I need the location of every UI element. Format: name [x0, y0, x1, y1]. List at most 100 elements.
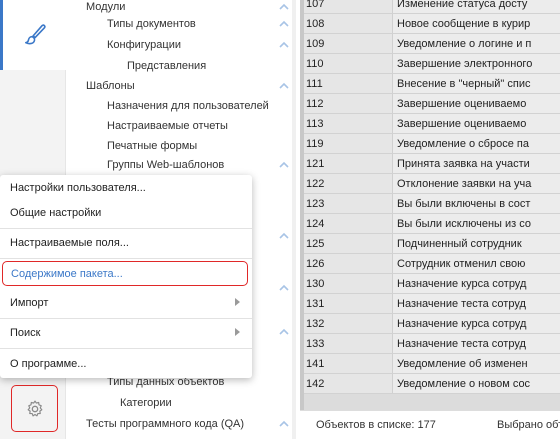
- chevron-up-icon[interactable]: [278, 326, 290, 338]
- status-bar: Объектов в списке: 177 Выбрано объекто: [300, 410, 560, 439]
- cell-name: Уведомление о логине и п: [393, 34, 560, 53]
- chevron-up-icon[interactable]: [278, 18, 290, 30]
- cell-code: 107: [300, 0, 393, 13]
- chevron-up-icon[interactable]: [278, 282, 290, 294]
- cell-name: Изменение статуса досту: [393, 0, 560, 13]
- tree-item-label: Тесты программного кода (QA): [86, 418, 245, 430]
- cell-code: 132: [300, 314, 393, 333]
- table-row[interactable]: 110 Завершение электронного: [300, 54, 560, 74]
- chevron-up-icon[interactable]: [278, 159, 290, 171]
- tree-item-web-template-groups[interactable]: Группы Web-шаблонов: [66, 155, 300, 175]
- table-row[interactable]: 125 Подчиненный сотрудник: [300, 234, 560, 254]
- cell-code: 130: [300, 274, 393, 293]
- menu-item-label: О программе...: [10, 357, 87, 370]
- table-row[interactable]: 112 Завершение оцениваемо: [300, 94, 560, 114]
- cell-name: Уведомление о новом сос: [393, 374, 560, 393]
- cell-code: 109: [300, 34, 393, 53]
- cell-code: 112: [300, 94, 393, 113]
- tree-item-label: Печатные формы: [107, 140, 198, 152]
- tree-item-categories[interactable]: Категории: [66, 393, 300, 413]
- table-row[interactable]: 126 Сотрудник отменил свою: [300, 254, 560, 274]
- menu-item-label: Содержимое пакета...: [11, 267, 123, 280]
- tree-item-custom-reports[interactable]: Настраиваемые отчеты: [66, 116, 300, 136]
- table-row[interactable]: 109 Уведомление о логине и п: [300, 34, 560, 54]
- table-row[interactable]: 131 Назначение теста сотруд: [300, 294, 560, 314]
- tree-item-label: Представления: [127, 60, 207, 72]
- menu-item-user-settings[interactable]: Настройки пользователя...: [0, 175, 252, 200]
- settings-menu: Настройки пользователя... Общие настройк…: [0, 175, 252, 378]
- tree-item-user-assignments[interactable]: Назначения для пользователей: [66, 96, 300, 116]
- chevron-up-icon[interactable]: [278, 1, 290, 13]
- tree-item-label: Группы Web-шаблонов: [107, 159, 225, 171]
- menu-item-package-contents[interactable]: Содержимое пакета...: [2, 261, 248, 286]
- table-row[interactable]: 121 Принята заявка на участи: [300, 154, 560, 174]
- tree-item-code-tests[interactable]: Тесты программного кода (QA): [66, 414, 300, 434]
- table-row[interactable]: 141 Уведомление об изменен: [300, 354, 560, 374]
- gear-icon: [27, 400, 42, 416]
- cell-name: Уведомление о сбросе па: [393, 134, 560, 153]
- cell-code: 110: [300, 54, 393, 73]
- cell-code: 108: [300, 14, 393, 33]
- cell-name: Внесение в "черный" спис: [393, 74, 560, 93]
- cell-name: Вы были включены в сост: [393, 194, 560, 213]
- cell-name: Назначение теста сотруд: [393, 294, 560, 313]
- cell-name: Подчиненный сотрудник: [393, 234, 560, 253]
- table-row[interactable]: 142 Уведомление о новом сос: [300, 374, 560, 394]
- tree-item-label: Модули: [86, 1, 126, 13]
- table-row[interactable]: 107 Изменение статуса досту: [300, 0, 560, 14]
- menu-item-label: Настройки пользователя...: [10, 181, 146, 194]
- chevron-up-icon[interactable]: [278, 418, 290, 430]
- menu-divider: [0, 258, 252, 259]
- tree-item-label: Категории: [120, 397, 172, 409]
- table-row[interactable]: 111 Внесение в "черный" спис: [300, 74, 560, 94]
- tree-item-configurations[interactable]: Конфигурации: [66, 35, 300, 55]
- objects-table: 107 Изменение статуса досту 108 Новое сооб…: [300, 0, 560, 410]
- settings-button[interactable]: [11, 385, 58, 432]
- cell-name: Уведомление об изменен: [393, 354, 560, 373]
- brush-icon: [24, 24, 46, 45]
- menu-item-about[interactable]: О программе...: [0, 351, 252, 376]
- tree-item-print-forms[interactable]: Печатные формы: [66, 136, 300, 156]
- cell-name: Завершение оцениваемо: [393, 94, 560, 113]
- table-row[interactable]: 132 Назначение курса сотруд: [300, 314, 560, 334]
- splitter[interactable]: [300, 0, 304, 410]
- chevron-up-icon[interactable]: [278, 230, 290, 242]
- menu-divider: [0, 228, 252, 229]
- table-row[interactable]: 133 Назначение теста сотруд: [300, 334, 560, 354]
- table-row[interactable]: 113 Завершение оцениваемо: [300, 114, 560, 134]
- chevron-up-icon[interactable]: [278, 80, 290, 92]
- table-row[interactable]: 123 Вы были включены в сост: [300, 194, 560, 214]
- cell-name: Назначение теста сотруд: [393, 334, 560, 353]
- chevron-right-icon: [235, 298, 240, 306]
- table-row[interactable]: 124 Вы были исключены из со: [300, 214, 560, 234]
- tree-item-templates[interactable]: Шаблоны: [66, 76, 300, 96]
- tree-scrollbar[interactable]: [292, 0, 296, 439]
- tree-item-label: Типы документов: [107, 18, 196, 30]
- tree-item-document-types[interactable]: Типы документов: [66, 14, 300, 34]
- table-row[interactable]: 122 Отклонение заявки на уча: [300, 174, 560, 194]
- cell-code: 113: [300, 114, 393, 133]
- cell-code: 121: [300, 154, 393, 173]
- menu-item-custom-fields[interactable]: Настраиваемые поля...: [0, 230, 252, 255]
- menu-item-import[interactable]: Импорт: [0, 290, 252, 315]
- selected-count: Выбрано объекто: [497, 419, 560, 431]
- chevron-right-icon: [235, 328, 240, 336]
- rail-item-design[interactable]: [0, 0, 66, 70]
- cell-name: Новое сообщение в курир: [393, 14, 560, 33]
- menu-item-label: Поиск: [10, 326, 41, 339]
- tree-item-views[interactable]: Представления: [66, 56, 300, 76]
- chevron-up-icon[interactable]: [278, 39, 290, 51]
- tree-item-label: Настраиваемые отчеты: [107, 120, 228, 132]
- table-row[interactable]: 119 Уведомление о сбросе па: [300, 134, 560, 154]
- cell-code: 131: [300, 294, 393, 313]
- menu-divider: [0, 348, 252, 349]
- table-row[interactable]: 130 Назначение курса сотруд: [300, 274, 560, 294]
- menu-item-label: Импорт: [10, 296, 49, 309]
- menu-item-general-settings[interactable]: Общие настройки: [0, 200, 252, 225]
- cell-code: 124: [300, 214, 393, 233]
- cell-code: 125: [300, 234, 393, 253]
- cell-name: Отклонение заявки на уча: [393, 174, 560, 193]
- cell-name: Завершение электронного: [393, 54, 560, 73]
- table-row[interactable]: 108 Новое сообщение в курир: [300, 14, 560, 34]
- menu-item-search[interactable]: Поиск: [0, 320, 252, 345]
